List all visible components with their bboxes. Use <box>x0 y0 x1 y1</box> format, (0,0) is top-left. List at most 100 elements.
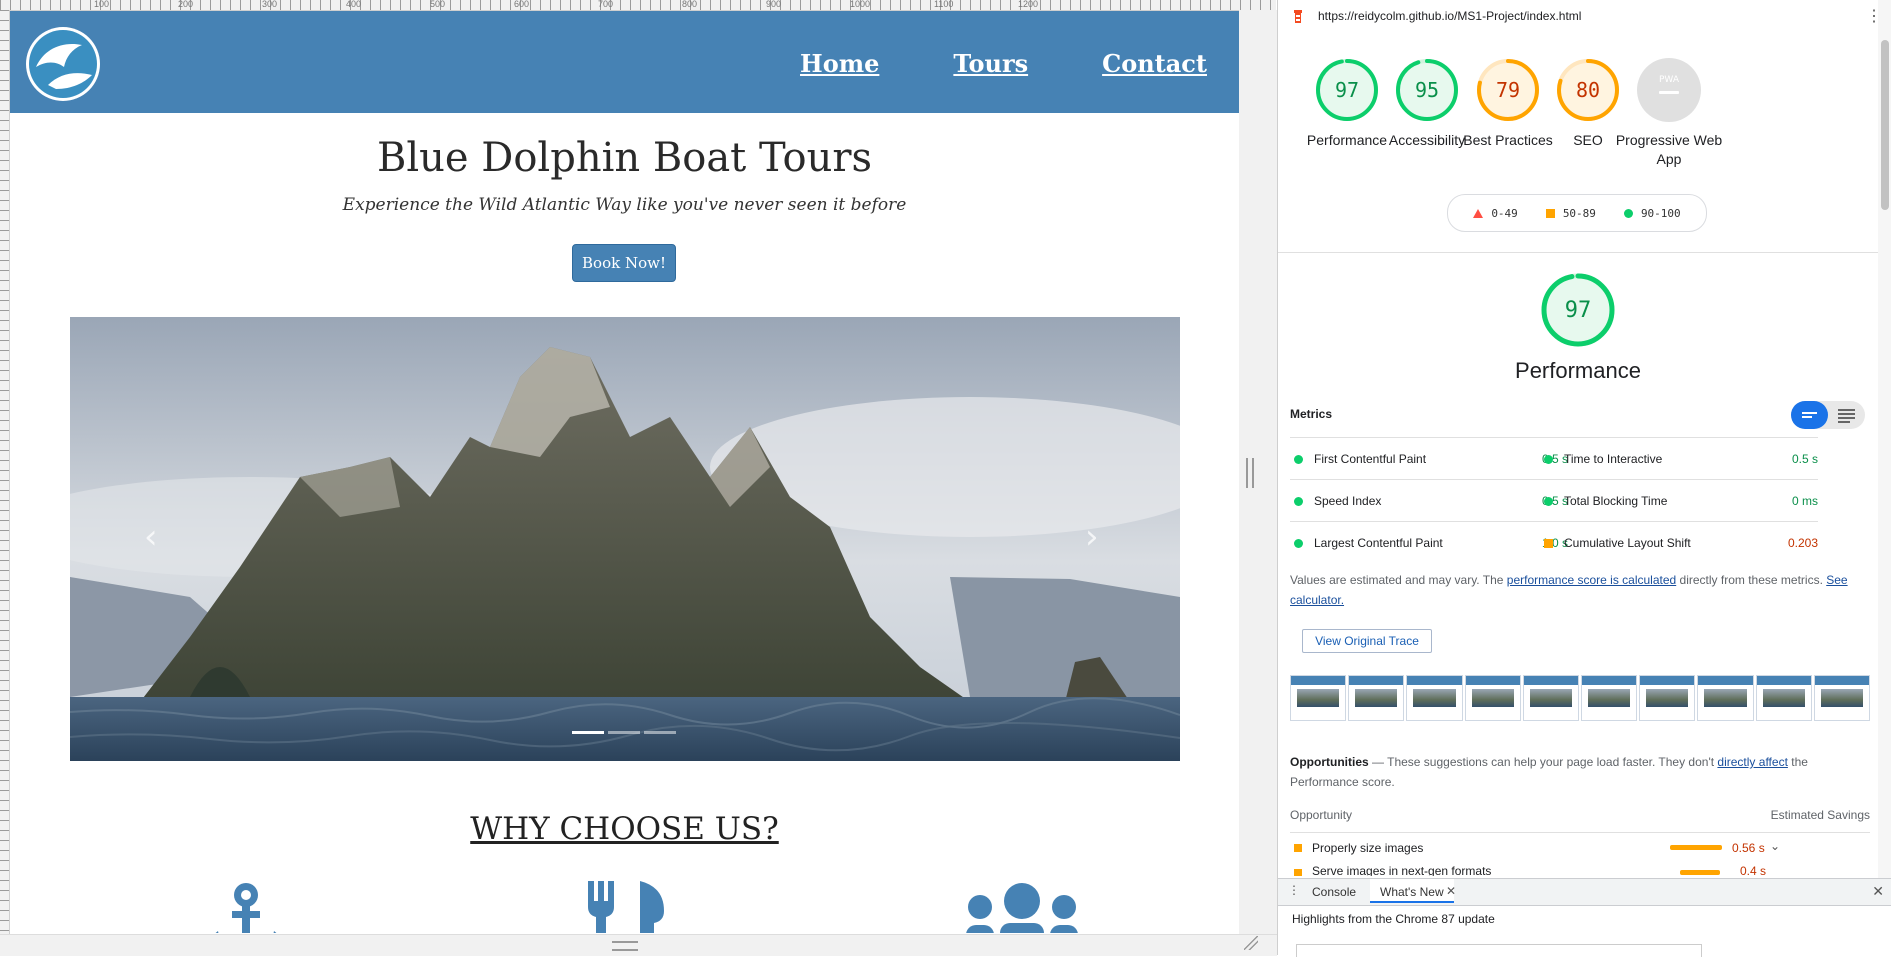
performance-gauge-large: 97 <box>1540 272 1616 353</box>
view-original-trace-button[interactable]: View Original Trace <box>1302 629 1432 653</box>
scrollbar-thumb[interactable] <box>1881 40 1889 210</box>
nav-home-link[interactable]: Home <box>800 49 879 78</box>
note-text: Values are estimated and may vary. The <box>1290 573 1507 587</box>
vertical-ruler <box>0 10 10 950</box>
close-tab-icon[interactable]: ✕ <box>1446 884 1456 898</box>
filmstrip-frame <box>1290 675 1347 721</box>
dolphin-logo-icon[interactable] <box>26 27 100 101</box>
circle-icon <box>1544 455 1553 464</box>
metric-name: Speed Index <box>1314 494 1382 508</box>
device-frame-gutter <box>1239 10 1277 955</box>
book-now-button[interactable]: Book Now! <box>572 244 676 282</box>
viewport-height-handle[interactable] <box>612 941 638 951</box>
gauge-score: 79 <box>1495 78 1521 102</box>
legend-pass-label: 90-100 <box>1640 206 1681 220</box>
drawer-menu-icon[interactable]: ⋮ <box>1288 883 1300 897</box>
svg-text:PWA: PWA <box>1659 75 1680 85</box>
carousel-indicator[interactable] <box>608 731 640 734</box>
square-icon <box>1294 844 1302 852</box>
viewport-corner-resize-icon[interactable] <box>1244 936 1258 950</box>
metric-name: Total Blocking Time <box>1564 494 1668 508</box>
ruler-tick-label: 700 <box>598 0 614 9</box>
image-carousel[interactable]: ‹ › <box>70 317 1180 761</box>
users-icon <box>964 883 1080 933</box>
tab-whats-new[interactable]: What's New <box>1370 879 1454 903</box>
carousel-indicator[interactable] <box>572 731 604 734</box>
gauge-ring: PWA <box>1637 58 1701 122</box>
legend-fail: 0-49 <box>1473 207 1518 220</box>
filmstrip-frame <box>1755 675 1812 721</box>
nav-contact-link[interactable]: Contact <box>1102 49 1207 78</box>
savings-bar <box>1670 845 1722 850</box>
metric-name: Time to Interactive <box>1564 452 1663 466</box>
opportunity-name: Properly size images <box>1312 841 1424 855</box>
filmstrip-frame <box>1348 675 1405 721</box>
score-calculation-link[interactable]: performance score is calculated <box>1507 573 1676 587</box>
savings-bar <box>1680 870 1720 875</box>
gauge-ring: 80 <box>1556 58 1620 122</box>
chevron-down-icon[interactable]: ⌄ <box>1770 839 1780 853</box>
metric-value: 0.5 s <box>1791 452 1818 466</box>
legend-average: 50-89 <box>1545 206 1596 220</box>
carousel-next-button[interactable]: › <box>1085 517 1099 557</box>
opportunity-row[interactable]: Properly size images 0.56 s ⌄ <box>1290 832 1870 865</box>
carousel-indicators <box>572 731 676 734</box>
nav-tours-link[interactable]: Tours <box>953 49 1028 78</box>
opportunity-savings: 0.4 s <box>1740 866 1767 876</box>
circle-icon <box>1294 539 1303 548</box>
utensils-icon <box>584 881 668 933</box>
metric-name: First Contentful Paint <box>1314 452 1427 466</box>
opportunity-name: Serve images in next-gen formats <box>1312 866 1492 876</box>
tab-console[interactable]: Console <box>1312 885 1356 899</box>
opportunity-row[interactable]: Serve images in next-gen formats 0.4 s <box>1290 866 1870 876</box>
gauge-label: Progressive Web App <box>1615 132 1723 167</box>
metrics-heading: Metrics <box>1290 407 1333 421</box>
compact-view-button[interactable] <box>1791 401 1828 429</box>
website-viewport: Home Tours Contact Blue Dolphin Boat Tou… <box>10 11 1239 933</box>
nav-links: Home Tours Contact <box>800 49 1207 78</box>
report-scrollbar[interactable] <box>1878 0 1891 880</box>
metric-row: Total Blocking Time 0 ms <box>1540 479 1818 522</box>
metric-value: 0 ms <box>1791 494 1818 508</box>
hero-title: Blue Dolphin Boat Tours <box>376 135 873 181</box>
horizontal-ruler: 100 200 300 400 500 600 700 800 900 1000 1100 1200 <box>0 0 1276 11</box>
hero-subtitle: Experience the Wild Atlantic Way like yo… <box>342 195 907 215</box>
square-icon <box>1294 869 1302 876</box>
metric-name: Cumulative Layout Shift <box>1564 536 1691 550</box>
carousel-indicator[interactable] <box>644 731 676 734</box>
lighthouse-url-bar: https://reidycolm.github.io/MS1-Project/… <box>1278 0 1891 32</box>
lighthouse-icon <box>1294 10 1302 23</box>
filmstrip-frame <box>1697 675 1754 721</box>
viewport-resize-handle[interactable] <box>1246 458 1254 488</box>
ruler-tick-label: 900 <box>766 0 782 9</box>
carousel-prev-button[interactable]: ‹ <box>144 517 158 557</box>
opportunities-heading: Opportunities <box>1290 755 1369 769</box>
circle-icon <box>1294 455 1303 464</box>
screenshot-filmstrip <box>1290 675 1871 721</box>
metric-row: Largest Contentful Paint 1.0 s <box>1290 521 1568 564</box>
col-estimated-savings: Estimated Savings <box>1770 808 1870 822</box>
gauge-progressive-web-app[interactable]: PWA Progressive Web App <box>1614 58 1724 169</box>
filmstrip-frame <box>1464 675 1521 721</box>
filmstrip-frame <box>1581 675 1638 721</box>
ruler-tick-label: 1100 <box>934 0 954 9</box>
legend-fail-label: 0-49 <box>1491 206 1518 220</box>
device-bottom-bar <box>0 934 1277 956</box>
opportunities-text: — These suggestions can help your page l… <box>1368 755 1718 769</box>
directly-affect-link[interactable]: directly affect <box>1717 755 1787 769</box>
filmstrip-frame <box>1522 675 1580 721</box>
section-title: WHY CHOOSE US? <box>470 811 779 847</box>
expanded-view-button[interactable] <box>1828 401 1865 429</box>
compact-lines-icon <box>1802 412 1817 418</box>
metric-value: 0.203 <box>1787 536 1818 550</box>
metrics-note: Values are estimated and may vary. The p… <box>1290 570 1870 610</box>
close-drawer-icon[interactable]: ✕ <box>1872 883 1884 900</box>
gauge-ring: 79 <box>1476 58 1540 122</box>
legend-average-label: 50-89 <box>1562 206 1596 220</box>
performance-score: 97 <box>1565 298 1592 323</box>
performance-gauge-ring: 97 <box>1541 273 1615 347</box>
tab-whats-new-label: What's New <box>1380 885 1444 899</box>
expanded-lines-icon <box>1838 409 1855 423</box>
ruler-tick-label: 300 <box>262 0 278 9</box>
ruler-tick-label: 600 <box>514 0 530 9</box>
